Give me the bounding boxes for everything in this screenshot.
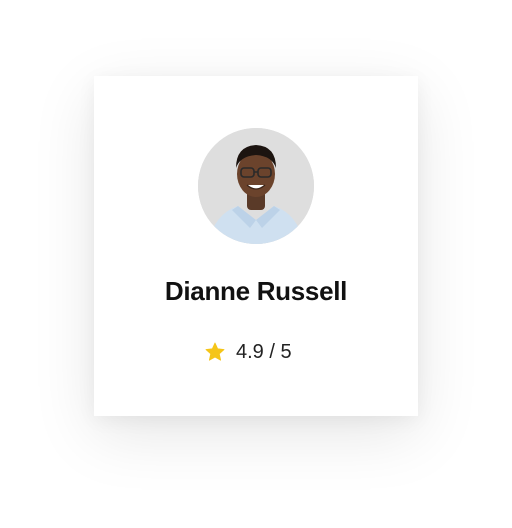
profile-card: Dianne Russell 4.9 / 5 — [94, 76, 418, 416]
avatar — [198, 128, 314, 244]
profile-name: Dianne Russell — [164, 276, 348, 306]
star-icon — [204, 341, 226, 363]
rating: 4.9 / 5 — [204, 338, 292, 366]
rating-text: 4.9 / 5 — [236, 340, 292, 363]
page-background: Dianne Russell 4.9 / 5 — [0, 0, 512, 528]
